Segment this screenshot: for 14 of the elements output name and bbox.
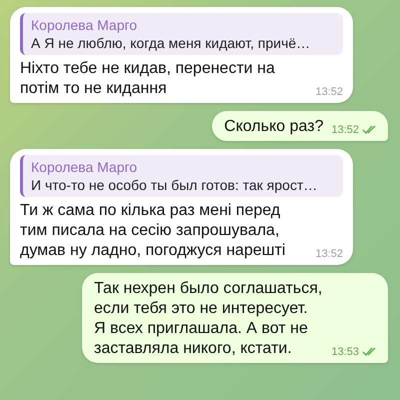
message-text: Ніхто тебе не кидав, перенести на потім то не кидання (20, 59, 276, 99)
message-text: Ти ж сама по кілька раз мені перед тим писала на сесію запрошувала, думав ну ладно, погоджуся нарешті (20, 201, 286, 261)
reply-author: Королева Марго (31, 16, 138, 34)
reply-quote[interactable]: Королева Марго И что-то не особо ты был готов: так ярост… (20, 155, 343, 197)
reply-author: Королева Марго (31, 158, 138, 176)
message-text: Сколько раз? (224, 117, 324, 137)
reply-quote[interactable]: Королева Марго А Я не люблю, когда меня кидают, причё… (20, 13, 343, 55)
message-time: 13:52 (315, 247, 343, 261)
reply-text: А Я не люблю, когда меня кидают, причё… (31, 34, 312, 52)
message-time: 13:53 (331, 345, 359, 359)
message-text: Так нехрен было соглашаться, если тебя это не интересует. Я всех приглашала. А вот не заставляла никого, кстати. (94, 279, 324, 359)
message-time: 13:52 (315, 85, 343, 99)
message-time: 13:52 (331, 123, 359, 137)
reply-text: И что-то не особо ты был готов: так ярост… (31, 176, 318, 194)
